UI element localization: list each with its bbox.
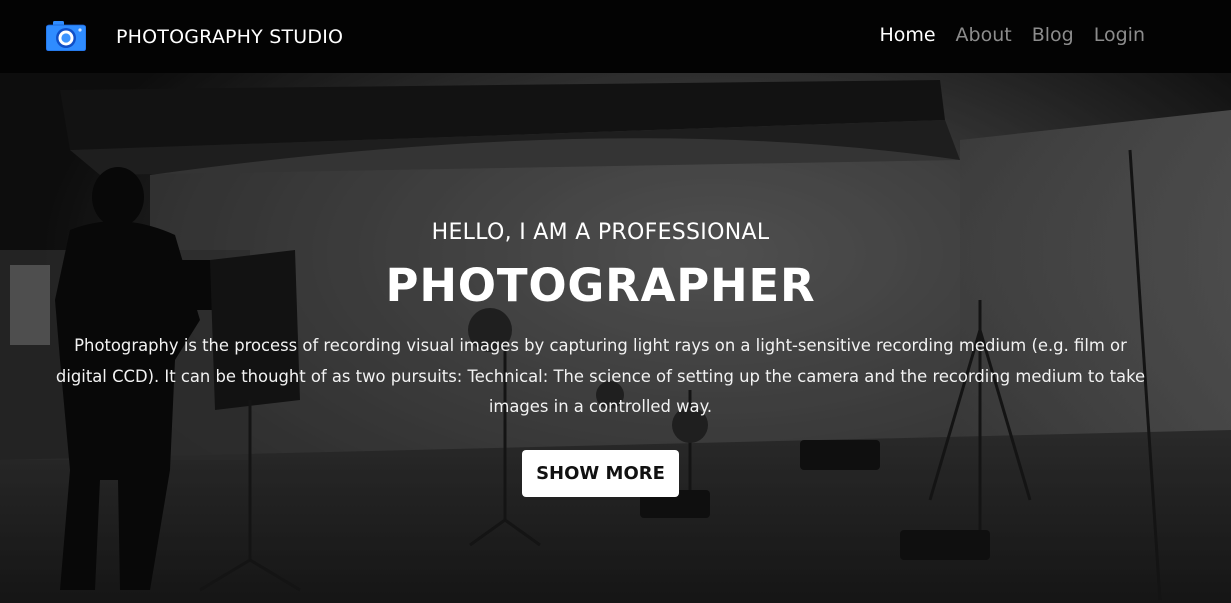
main-nav: Home About Blog Login bbox=[879, 24, 1145, 46]
nav-link-home[interactable]: Home bbox=[879, 24, 935, 46]
brand-name[interactable]: PHOTOGRAPHY STUDIO bbox=[116, 26, 343, 48]
nav-link-blog[interactable]: Blog bbox=[1032, 24, 1074, 46]
nav-link-about[interactable]: About bbox=[956, 24, 1012, 46]
show-more-button[interactable]: SHOW MORE bbox=[522, 450, 679, 497]
camera-icon[interactable] bbox=[46, 20, 86, 51]
page: PHOTOGRAPHY STUDIO Home About Blog Login… bbox=[0, 0, 1231, 603]
hero-description: Photography is the process of recording … bbox=[55, 336, 1146, 416]
hero-title: PHOTOGRAPHER bbox=[385, 259, 816, 312]
navbar: PHOTOGRAPHY STUDIO Home About Blog Login bbox=[0, 0, 1231, 73]
hero-kicker: HELLO, I AM A PROFESSIONAL bbox=[431, 220, 770, 245]
nav-link-login[interactable]: Login bbox=[1094, 24, 1145, 46]
hero-section: HELLO, I AM A PROFESSIONAL PHOTOGRAPHER … bbox=[0, 73, 1231, 603]
